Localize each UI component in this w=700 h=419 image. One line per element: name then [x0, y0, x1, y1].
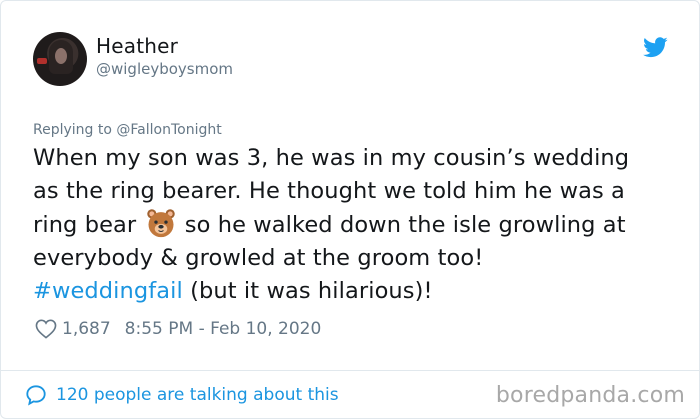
tweet-line-3-end: so he walked down the isle growling at [184, 212, 626, 238]
watermark: boredpanda.com [495, 383, 685, 408]
twitter-bird-icon[interactable] [643, 37, 668, 58]
tweet-line-4: everybody & growled at the groom too! [33, 245, 484, 271]
tweet-text: When my son was 3, he was in my cousin’s… [33, 142, 683, 308]
speech-bubble-icon [26, 385, 46, 406]
conversation-count: 120 people are talking about this [56, 385, 339, 405]
tweet-line-5-end: (but it was hilarious)! [182, 278, 433, 304]
tweet-card: Heather @wigleyboysmom Replying to @Fall… [0, 0, 700, 419]
author-handle[interactable]: @wigleyboysmom [96, 60, 233, 78]
conversation-link[interactable]: 120 people are talking about this [25, 384, 339, 406]
avatar-accent [37, 58, 47, 64]
avatar[interactable] [33, 32, 87, 86]
timestamp[interactable]: 8:55 PM - Feb 10, 2020 [125, 319, 322, 339]
bear-face-emoji [146, 209, 175, 238]
reply-mention-link[interactable]: @FallonTonight [116, 122, 221, 138]
like-count[interactable]: 1,687 [62, 319, 111, 339]
divider [1, 370, 699, 371]
tweet-line-1: When my son was 3, he was in my cousin’s… [33, 145, 630, 171]
heart-icon[interactable] [35, 319, 57, 339]
tweet-line-5: #weddingfail (but it was hilarious)! [33, 275, 683, 308]
tweet-line-2: as the ring bearer. He thought we told h… [33, 178, 625, 204]
tweet-meta: 1,687 8:55 PM - Feb 10, 2020 [35, 319, 321, 339]
avatar-face [55, 48, 67, 64]
hashtag-link[interactable]: #weddingfail [33, 278, 183, 304]
tweet-line-3: ring bear so he walked down the isle gro… [33, 208, 683, 242]
replying-to: Replying to @FallonTonight [33, 122, 222, 138]
author-name[interactable]: Heather [96, 34, 178, 58]
tweet-line-3-start: ring bear [33, 212, 137, 238]
replying-prefix: Replying to [33, 122, 117, 138]
